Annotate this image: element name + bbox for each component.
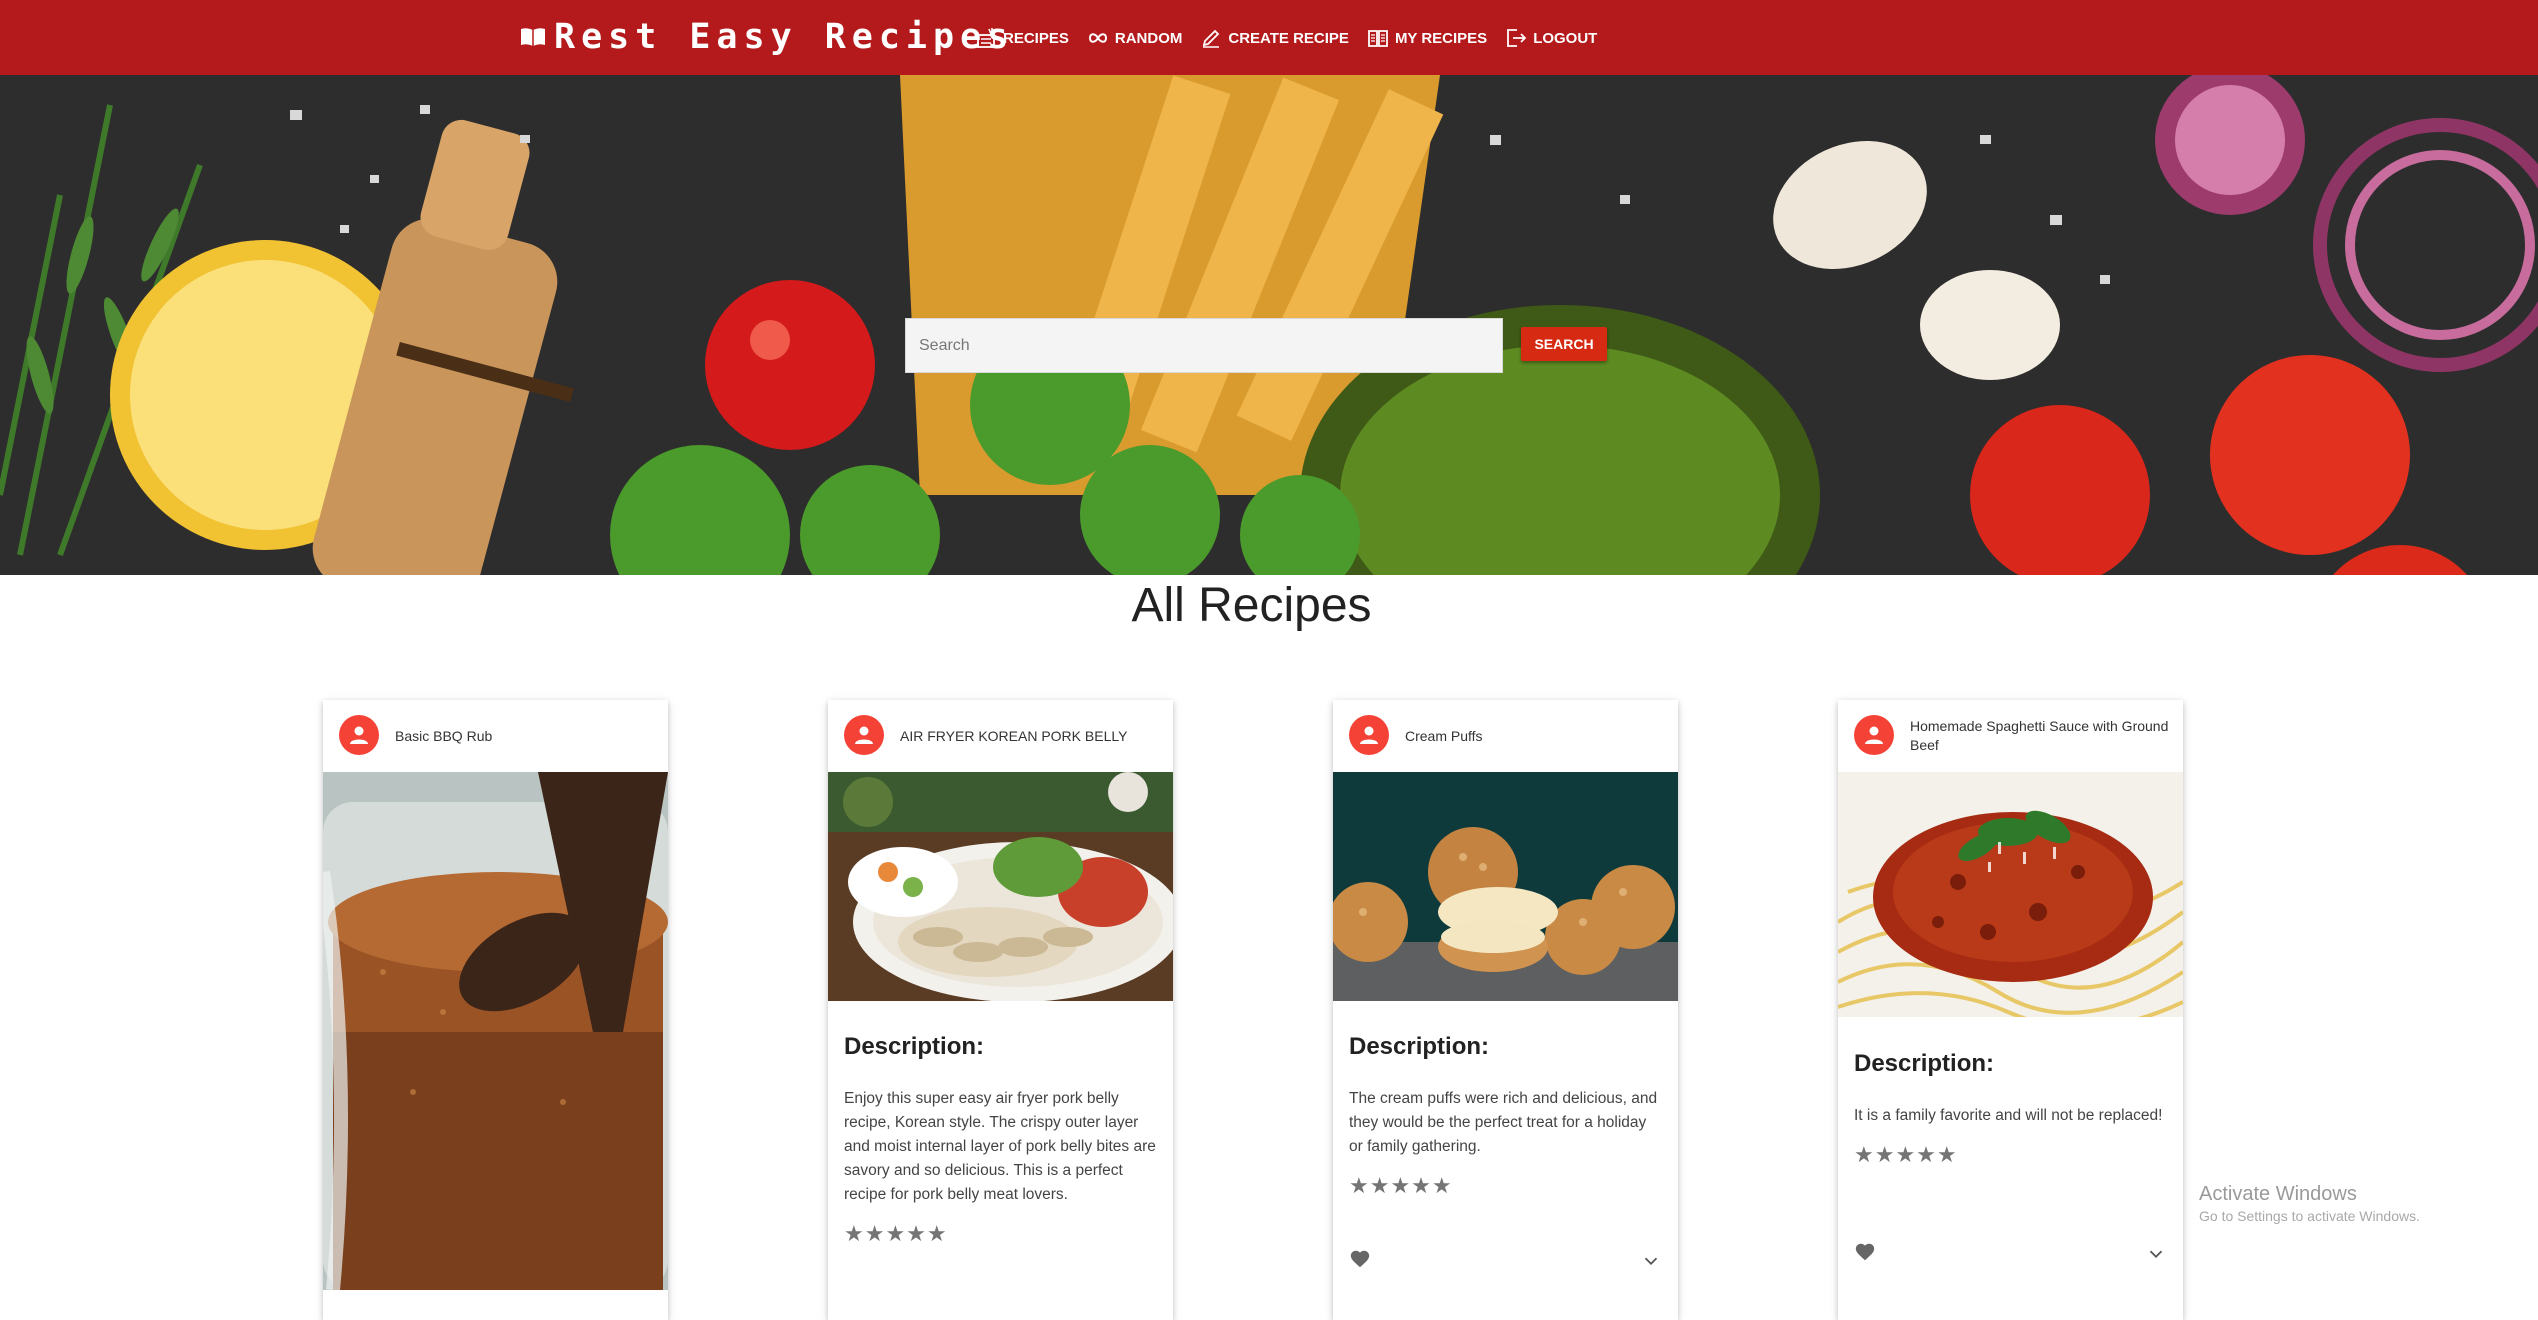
- recipe-image[interactable]: [1333, 772, 1678, 1001]
- chevron-down-icon[interactable]: [2145, 1243, 2167, 1265]
- description-heading: Description:: [1349, 1033, 1490, 1060]
- card-description: Description: The cream puffs were rich a…: [1349, 1033, 1662, 1199]
- description-text: It is a family favorite and will not be …: [1854, 1107, 2163, 1124]
- recipe-image[interactable]: [828, 772, 1173, 1001]
- description-text: Enjoy this super easy air fryer pork bel…: [844, 1090, 1156, 1203]
- description-text: The cream puffs were rich and delicious,…: [1349, 1090, 1658, 1155]
- recipe-book-icon: [521, 28, 545, 46]
- nav-create-recipe-label: CREATE RECIPE: [1228, 30, 1349, 47]
- hero-banner: SEARCH: [0, 75, 2538, 575]
- avatar: [844, 715, 884, 755]
- cream-puffs-photo: [1333, 772, 1678, 1001]
- description-heading: Description:: [1854, 1050, 1995, 1077]
- nav-logout[interactable]: LOGOUT: [1505, 27, 1597, 49]
- card-header: Homemade Spaghetti Sauce with Ground Bee…: [1838, 700, 2183, 772]
- person-icon: [1360, 726, 1378, 744]
- pencil-icon: [1203, 29, 1220, 48]
- card-header: AIR FRYER KOREAN PORK BELLY: [828, 700, 1173, 772]
- recipe-image[interactable]: [323, 772, 668, 1290]
- nav-random[interactable]: RANDOM: [1087, 27, 1183, 49]
- heart-icon[interactable]: [1349, 1248, 1371, 1270]
- card-actions: [1349, 1248, 1662, 1278]
- page-title: All Recipes: [1131, 579, 1372, 632]
- korean-pork-belly-plate-photo: [828, 772, 1173, 1001]
- recipe-title[interactable]: Basic BBQ Rub: [395, 700, 654, 772]
- nav-logout-label: LOGOUT: [1533, 30, 1598, 47]
- recipe-card[interactable]: Cream Puffs Description: The cream puffs…: [1333, 700, 1678, 1320]
- description-heading: Description:: [844, 1033, 985, 1060]
- star-rating[interactable]: ★★★★★: [1854, 1142, 2167, 1168]
- activate-windows-subtitle: Go to Settings to activate Windows.: [2199, 1208, 2420, 1224]
- nav-links: RECIPES RANDOM CREATE RECIPE MY RECIPES: [975, 20, 1597, 56]
- search-input[interactable]: [905, 318, 1503, 373]
- heart-icon[interactable]: [1854, 1241, 1876, 1263]
- avatar: [1854, 715, 1894, 755]
- recipe-image[interactable]: [1838, 772, 2183, 1017]
- brand-title: Rest Easy Recipes: [554, 17, 1015, 57]
- card-header: Cream Puffs: [1333, 700, 1678, 772]
- chevron-down-icon[interactable]: [1640, 1250, 1662, 1272]
- recipe-card[interactable]: Homemade Spaghetti Sauce with Ground Bee…: [1838, 700, 2183, 1320]
- recipe-title[interactable]: Homemade Spaghetti Sauce with Ground Bee…: [1910, 700, 2169, 772]
- bbq-rub-spice-jar-photo: [323, 772, 668, 1290]
- nav-my-recipes-label: MY RECIPES: [1394, 30, 1488, 47]
- nav-random-label: RANDOM: [1114, 30, 1183, 47]
- activate-windows-title: Activate Windows: [2199, 1183, 2357, 1205]
- open-book-icon: [1368, 30, 1388, 47]
- nav-create-recipe[interactable]: CREATE RECIPE: [1200, 27, 1349, 49]
- card-description: Description: Enjoy this super easy air f…: [844, 1033, 1157, 1247]
- person-icon: [1865, 726, 1883, 744]
- recipe-book-icon: [977, 28, 995, 48]
- nav-recipes-label: RECIPES: [1003, 30, 1069, 47]
- spaghetti-bolognese-photo: [1838, 772, 2183, 1017]
- top-navbar: Rest Easy Recipes RECIPES RANDOM CREATE …: [0, 0, 2538, 75]
- avatar: [339, 715, 379, 755]
- nav-my-recipes[interactable]: MY RECIPES: [1367, 27, 1487, 49]
- search-button[interactable]: SEARCH: [1521, 327, 1607, 361]
- brand-logo[interactable]: Rest Easy Recipes: [520, 14, 1014, 60]
- star-rating[interactable]: ★★★★★: [1349, 1173, 1662, 1199]
- person-icon: [350, 726, 368, 744]
- recipe-card[interactable]: Basic BBQ Rub: [323, 700, 668, 1320]
- infinity-icon: [1088, 33, 1107, 43]
- star-rating[interactable]: ★★★★★: [844, 1221, 1157, 1247]
- person-icon: [855, 726, 873, 744]
- card-description: Description: It is a family favorite and…: [1854, 1050, 2167, 1168]
- card-header: Basic BBQ Rub: [323, 700, 668, 772]
- recipe-title[interactable]: Cream Puffs: [1405, 700, 1664, 772]
- card-actions: [1854, 1241, 2167, 1271]
- recipe-card[interactable]: AIR FRYER KOREAN PORK BELLY Description:…: [828, 700, 1173, 1320]
- nav-recipes[interactable]: RECIPES: [975, 27, 1069, 49]
- avatar: [1349, 715, 1389, 755]
- recipe-title[interactable]: AIR FRYER KOREAN PORK BELLY: [900, 700, 1159, 772]
- logout-icon: [1507, 29, 1527, 47]
